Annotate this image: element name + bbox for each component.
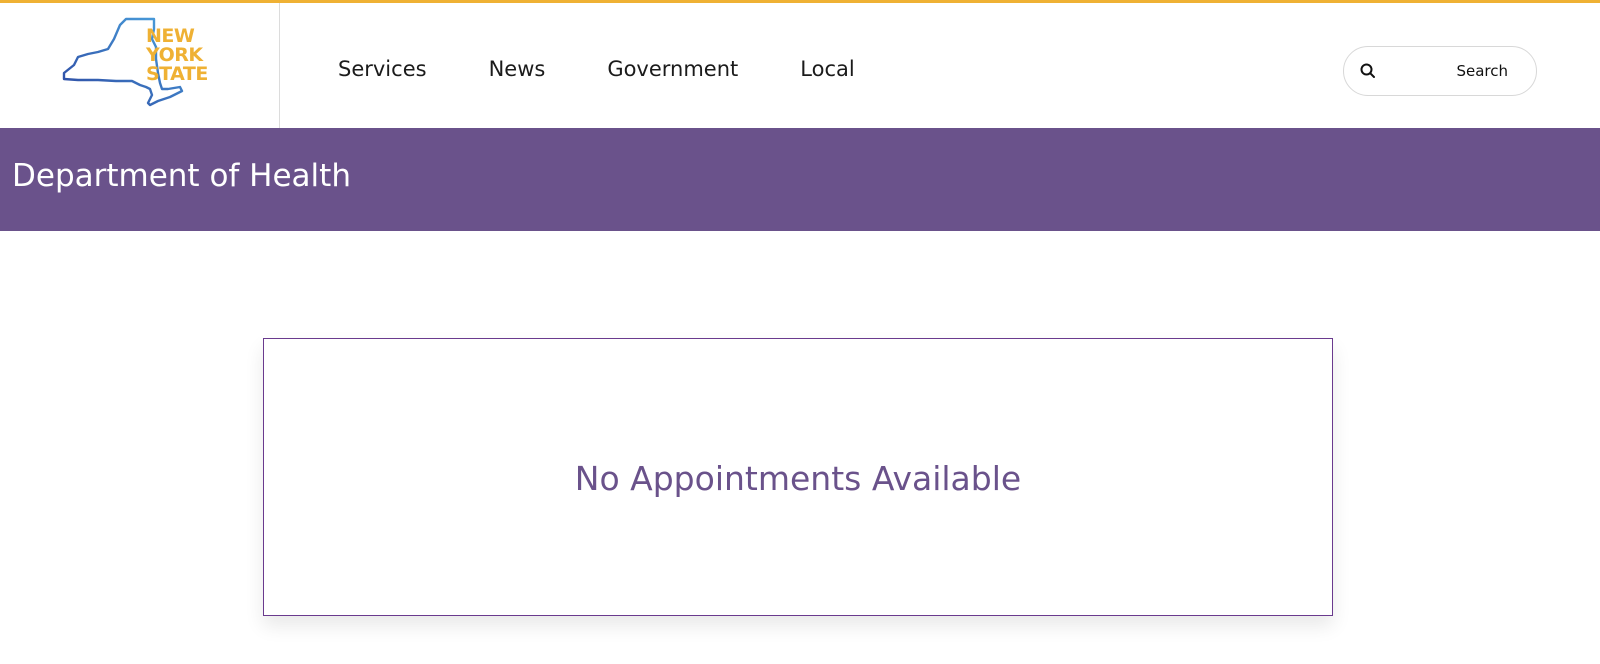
logo-area: NEW YORK STATE [0,3,280,128]
search-box[interactable]: Search [1343,46,1537,96]
agency-banner: Department of Health [0,128,1600,231]
appointments-card: No Appointments Available [263,338,1333,616]
search-label: Search [1456,62,1508,80]
nav-item-local[interactable]: Local [800,57,854,81]
main-nav: Services News Government Local [338,49,917,89]
logo-line-state: STATE [146,63,208,85]
page: NEW YORK STATE Services News Government … [0,0,1600,664]
agency-title: Department of Health [12,158,351,194]
search-icon [1360,63,1375,78]
no-appointments-message: No Appointments Available [574,459,1022,498]
site-header: NEW YORK STATE Services News Government … [0,3,1600,128]
nav-item-government[interactable]: Government [607,57,738,81]
nav-item-news[interactable]: News [489,57,546,81]
nys-logo-link[interactable]: NEW YORK STATE [58,15,218,115]
nav-item-services[interactable]: Services [338,57,427,81]
logo-wordmark: NEW YORK STATE [146,27,208,84]
